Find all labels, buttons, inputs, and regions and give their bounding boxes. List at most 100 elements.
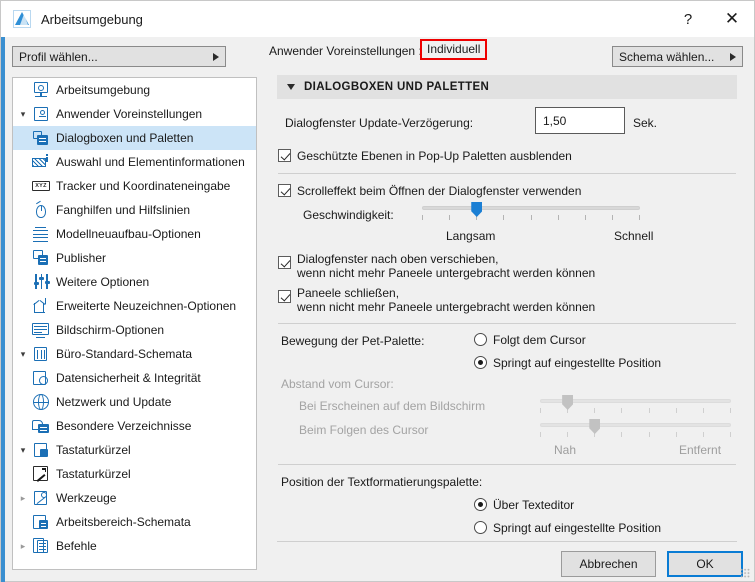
twisty-collapsed-icon[interactable]: ▸ <box>15 493 31 504</box>
sidebar-item-befehle[interactable]: ▸ Befehle <box>13 534 256 558</box>
shortcut-arrow-icon <box>31 465 51 483</box>
sidebar-item-werkzeuge[interactable]: ▸ Werkzeuge <box>13 486 256 510</box>
pet-jump-label: Springt auf eingestellte Position <box>493 356 661 370</box>
arbeitsumgebung-dialog: Arbeitsumgebung ? ✕ Profil wählen... Sch… <box>0 0 755 582</box>
twisty-expanded-icon[interactable]: ▾ <box>15 349 31 360</box>
sidebar-item-anwender-voreinstellungen[interactable]: ▾ Anwender Voreinstellungen <box>13 102 256 126</box>
sidebar-item-label: Befehle <box>56 539 97 553</box>
speed-slider-track[interactable] <box>422 206 640 210</box>
hide-locked-layers-label: Geschützte Ebenen in Pop-Up Paletten aus… <box>297 149 572 163</box>
update-delay-value: 1,50 <box>543 114 566 128</box>
scroll-effect-checkbox[interactable] <box>278 184 291 197</box>
twisty-expanded-icon[interactable]: ▾ <box>15 109 31 120</box>
sidebar-item-netzwerk-und-update[interactable]: Netzwerk und Update <box>13 390 256 414</box>
sidebar-item-tracker-und-koordinateneingabe[interactable]: XYZ Tracker und Koordinateneingabe <box>13 174 256 198</box>
move-dialog-up-label-line2: wenn nicht mehr Paneele untergebracht we… <box>297 266 595 280</box>
resize-grip-icon[interactable] <box>740 568 750 578</box>
publisher-icon <box>31 249 51 267</box>
model-rebuild-icon <box>31 225 51 243</box>
divider <box>278 464 736 465</box>
work-environment-icon <box>31 81 51 99</box>
twisty-expanded-icon[interactable]: ▾ <box>15 445 31 456</box>
speed-max-label: Schnell <box>614 229 653 243</box>
sidebar-item-auswahl-und-elementinformationen[interactable]: Auswahl und Elementinformationen <box>13 150 256 174</box>
speed-min-label: Langsam <box>446 229 495 243</box>
schema-select-label: Schema wählen... <box>619 50 724 64</box>
text-over-editor-label: Über Texteditor <box>493 498 574 512</box>
snap-guides-icon <box>31 201 51 219</box>
on-follow-slider-track[interactable] <box>540 423 731 427</box>
text-jump-label: Springt auf eingestellte Position <box>493 521 661 535</box>
chevron-down-icon <box>287 84 295 90</box>
speed-slider-ticks <box>422 215 640 221</box>
close-panels-label-line1: Paneele schließen, <box>297 286 399 300</box>
sidebar-item-label: Dialogboxen und Paletten <box>56 131 193 145</box>
shortcuts-group-icon <box>31 441 51 459</box>
sidebar-item-label: Modellneuaufbau-Optionen <box>56 227 201 241</box>
sidebar-item-tastaturkuerzel[interactable]: Tastaturkürzel <box>13 462 256 486</box>
preferences-value-highlight: Individuell <box>420 39 487 60</box>
update-delay-label: Dialogfenster Update-Verzögerung: <box>285 116 473 130</box>
network-update-icon <box>31 393 51 411</box>
sidebar-item-label: Tracker und Koordinateneingabe <box>56 179 230 193</box>
sidebar-item-tastaturkuerzel-group[interactable]: ▾ Tastaturkürzel <box>13 438 256 462</box>
divider <box>278 323 736 324</box>
chevron-right-icon <box>730 53 736 61</box>
sidebar-item-dialogboxen-und-paletten[interactable]: Dialogboxen und Paletten <box>13 126 256 150</box>
close-panels-label-line2: wenn nicht mehr Paneele untergebracht we… <box>297 300 595 314</box>
update-delay-input[interactable]: 1,50 <box>535 107 625 134</box>
section-header-dialogboxen-und-paletten[interactable]: DIALOGBOXEN UND PALETTEN <box>277 75 737 99</box>
archicad-logo-icon <box>13 10 31 28</box>
sidebar-item-bildschirm-optionen[interactable]: Bildschirm-Optionen <box>13 318 256 342</box>
sidebar-item-label: Netzwerk und Update <box>56 395 171 409</box>
ok-button[interactable]: OK <box>667 551 743 577</box>
more-options-icon <box>31 273 51 291</box>
pet-palette-label: Bewegung der Pet-Palette: <box>281 334 424 348</box>
divider <box>278 173 736 174</box>
screen-options-icon <box>31 321 51 339</box>
sidebar-item-fanghilfen-und-hilfslinien[interactable]: Fanghilfen und Hilfslinien <box>13 198 256 222</box>
sidebar-item-arbeitsbereich-schemata[interactable]: Arbeitsbereich-Schemata <box>13 510 256 534</box>
window-controls: ? ✕ <box>666 1 754 37</box>
sidebar-item-modellneuaufbau-optionen[interactable]: Modellneuaufbau-Optionen <box>13 222 256 246</box>
sidebar-item-label: Arbeitsbereich-Schemata <box>56 515 191 529</box>
sidebar-item-label: Bildschirm-Optionen <box>56 323 164 337</box>
tracker-coordinates-icon: XYZ <box>31 177 51 195</box>
on-follow-label: Beim Folgen des Cursor <box>299 423 428 437</box>
cancel-button[interactable]: Abbrechen <box>561 551 656 577</box>
left-accent-strip <box>1 37 5 582</box>
sidebar-item-datensicherheit-integritaet[interactable]: Datensicherheit & Integrität <box>13 366 256 390</box>
twisty-collapsed-icon[interactable]: ▸ <box>15 541 31 552</box>
close-icon[interactable]: ✕ <box>710 1 754 37</box>
sidebar-item-label: Besondere Verzeichnisse <box>56 419 191 433</box>
cursor-distance-label: Abstand vom Cursor: <box>281 377 394 391</box>
text-jump-radio[interactable] <box>474 521 487 534</box>
tools-icon <box>31 489 51 507</box>
sidebar-item-publisher[interactable]: Publisher <box>13 246 256 270</box>
on-follow-slider-ticks <box>540 432 731 438</box>
sidebar-item-weitere-optionen[interactable]: Weitere Optionen <box>13 270 256 294</box>
profile-select[interactable]: Profil wählen... <box>12 46 226 67</box>
sidebar-item-besondere-verzeichnisse[interactable]: Besondere Verzeichnisse <box>13 414 256 438</box>
profile-select-label: Profil wählen... <box>19 50 207 64</box>
text-over-editor-radio[interactable] <box>474 498 487 511</box>
scroll-effect-label: Scrolleffekt beim Öffnen der Dialogfenst… <box>297 184 581 198</box>
schema-select[interactable]: Schema wählen... <box>612 46 743 67</box>
text-palette-position-label: Position der Textformatierungspalette: <box>281 475 482 489</box>
sidebar-item-label: Tastaturkürzel <box>56 443 131 457</box>
move-dialog-up-checkbox[interactable] <box>278 256 291 269</box>
pet-follow-radio[interactable] <box>474 333 487 346</box>
office-standard-icon <box>31 345 51 363</box>
settings-tree[interactable]: ▾ Arbeitsumgebung ▾ Anwender Voreinstell… <box>12 77 257 570</box>
window-title: Arbeitsumgebung <box>41 12 143 27</box>
move-dialog-up-label-line1: Dialogfenster nach oben verschieben, <box>297 252 498 266</box>
pet-jump-radio[interactable] <box>474 356 487 369</box>
help-icon[interactable]: ? <box>666 1 710 37</box>
hide-locked-layers-checkbox[interactable] <box>278 149 291 162</box>
sidebar-item-label: Datensicherheit & Integrität <box>56 371 201 385</box>
sidebar-item-erweiterte-neuzeichnen-optionen[interactable]: Erweiterte Neuzeichnen-Optionen <box>13 294 256 318</box>
close-panels-checkbox[interactable] <box>278 290 291 303</box>
chevron-right-icon <box>213 53 219 61</box>
sidebar-item-buero-standard-schemata[interactable]: ▾ Büro-Standard-Schemata <box>13 342 256 366</box>
sidebar-item-arbeitsumgebung[interactable]: ▾ Arbeitsumgebung <box>13 78 256 102</box>
